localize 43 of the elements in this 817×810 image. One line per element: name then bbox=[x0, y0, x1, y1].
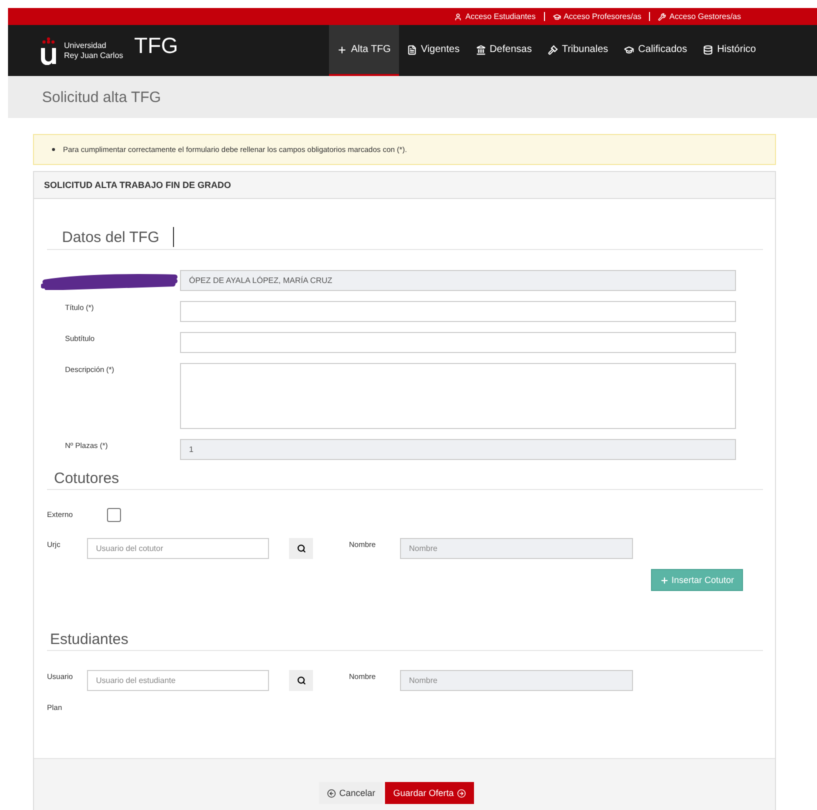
user-icon bbox=[454, 12, 462, 20]
section-heading: Cotutores bbox=[54, 470, 120, 487]
text-field[interactable] bbox=[180, 301, 736, 322]
top-link[interactable]: Acceso Profesores/as bbox=[544, 12, 650, 21]
cancel-button[interactable]: Cancelar bbox=[319, 782, 384, 804]
graduation-cap-icon bbox=[624, 44, 634, 54]
document-icon bbox=[406, 44, 417, 54]
nav-tab[interactable]: Alta TFG bbox=[329, 25, 399, 76]
readonly-field: 1 bbox=[180, 439, 736, 460]
top-link[interactable]: Acceso Gestores/as bbox=[649, 12, 749, 21]
search-button[interactable] bbox=[289, 670, 313, 691]
top-link[interactable]: Acceso Estudiantes bbox=[446, 12, 544, 21]
user-field[interactable]: Usuario del cotutor bbox=[87, 538, 269, 559]
gavel-icon bbox=[548, 44, 558, 54]
section-heading: Datos del TFG bbox=[62, 228, 160, 246]
university-name: Rey Juan Carlos bbox=[64, 50, 124, 60]
section-heading: Estudiantes bbox=[50, 631, 128, 648]
app-title: TFG bbox=[134, 32, 178, 58]
nav-tab[interactable]: Histórico bbox=[695, 25, 764, 76]
save-button[interactable]: Guardar Oferta bbox=[385, 782, 474, 804]
database-icon bbox=[703, 44, 714, 54]
university-name: Universidad bbox=[64, 40, 108, 50]
nav-tab[interactable]: Vigentes bbox=[398, 25, 468, 76]
tutor-field: ÓPEZ DE AYALA LÓPEZ, MARÍA CRUZ bbox=[180, 270, 736, 291]
name-field[interactable]: Nombre bbox=[400, 538, 633, 559]
text-field[interactable] bbox=[180, 332, 736, 353]
user-field[interactable]: Usuario del estudiante bbox=[87, 670, 269, 691]
nav-tab[interactable]: Tribunales bbox=[540, 25, 616, 76]
nav-tab[interactable]: Calificados bbox=[616, 25, 696, 76]
page-title: Solicitud alta TFG bbox=[42, 88, 161, 106]
nav-tab[interactable]: Defensas bbox=[468, 25, 540, 76]
plus-icon bbox=[337, 44, 347, 54]
search-icon bbox=[296, 544, 306, 553]
wrench-icon bbox=[658, 12, 666, 20]
search-icon bbox=[296, 676, 306, 685]
name-field[interactable]: Nombre bbox=[400, 670, 633, 691]
university-logo bbox=[40, 36, 57, 64]
bank-icon bbox=[476, 44, 486, 54]
search-button[interactable] bbox=[289, 538, 313, 559]
checkbox[interactable] bbox=[107, 508, 121, 522]
panel-title: SOLICITUD ALTA TRABAJO FIN DE GRADO bbox=[44, 180, 231, 190]
graduation-cap-icon bbox=[552, 12, 561, 20]
plus-icon bbox=[660, 576, 670, 584]
